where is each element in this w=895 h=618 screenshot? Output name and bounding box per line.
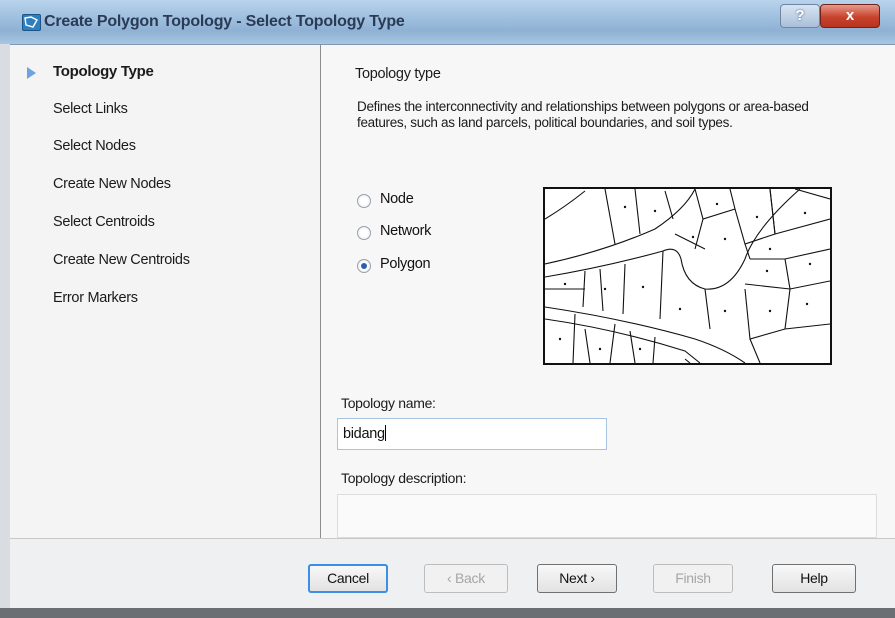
close-icon[interactable]: x bbox=[820, 4, 880, 28]
section-title: Topology type bbox=[355, 66, 441, 82]
wizard-steps: Topology Type Select Links Select Nodes … bbox=[10, 45, 321, 538]
radio-polygon-label[interactable]: Polygon bbox=[380, 256, 431, 272]
current-step-arrow-icon bbox=[27, 67, 36, 79]
next-button[interactable]: Next › bbox=[537, 564, 617, 593]
finish-button[interactable]: Finish bbox=[653, 564, 733, 593]
topology-description-input[interactable] bbox=[337, 494, 877, 538]
step-topology-type[interactable]: Topology Type bbox=[53, 63, 154, 80]
cancel-button[interactable]: Cancel bbox=[308, 564, 388, 593]
radio-polygon-button[interactable] bbox=[357, 259, 371, 273]
topology-description-text: Defines the interconnectivity and relati… bbox=[357, 99, 809, 130]
topology-name-value: bidang bbox=[343, 426, 385, 442]
main-panel: Topology type Defines the interconnectiv… bbox=[321, 45, 895, 538]
topology-name-input[interactable]: bidang bbox=[337, 418, 607, 450]
window-title: Create Polygon Topology - Select Topolog… bbox=[44, 13, 405, 30]
help-icon[interactable]: ? bbox=[780, 4, 820, 28]
step-select-links[interactable]: Select Links bbox=[53, 101, 128, 117]
window-frame bbox=[0, 44, 10, 608]
help-button[interactable]: Help bbox=[772, 564, 856, 593]
step-create-new-nodes[interactable]: Create New Nodes bbox=[53, 176, 171, 192]
text-caret bbox=[384, 425, 386, 441]
topology-name-label: Topology name: bbox=[341, 395, 436, 411]
app-icon bbox=[22, 14, 41, 31]
window-frame-bottom bbox=[0, 608, 895, 618]
step-create-new-centroids[interactable]: Create New Centroids bbox=[53, 252, 190, 268]
back-button[interactable]: ‹ Back bbox=[424, 564, 508, 593]
radio-network-label[interactable]: Network bbox=[380, 223, 431, 239]
radio-node-button[interactable] bbox=[357, 194, 371, 208]
polygon-preview-image bbox=[543, 187, 832, 365]
radio-node-label[interactable]: Node bbox=[380, 191, 414, 207]
radio-network-button[interactable] bbox=[357, 226, 371, 240]
step-error-markers[interactable]: Error Markers bbox=[53, 290, 138, 306]
title-bar: Create Polygon Topology - Select Topolog… bbox=[0, 0, 895, 45]
step-select-nodes[interactable]: Select Nodes bbox=[53, 138, 136, 154]
step-select-centroids[interactable]: Select Centroids bbox=[53, 214, 155, 230]
topology-description-label: Topology description: bbox=[341, 470, 467, 486]
